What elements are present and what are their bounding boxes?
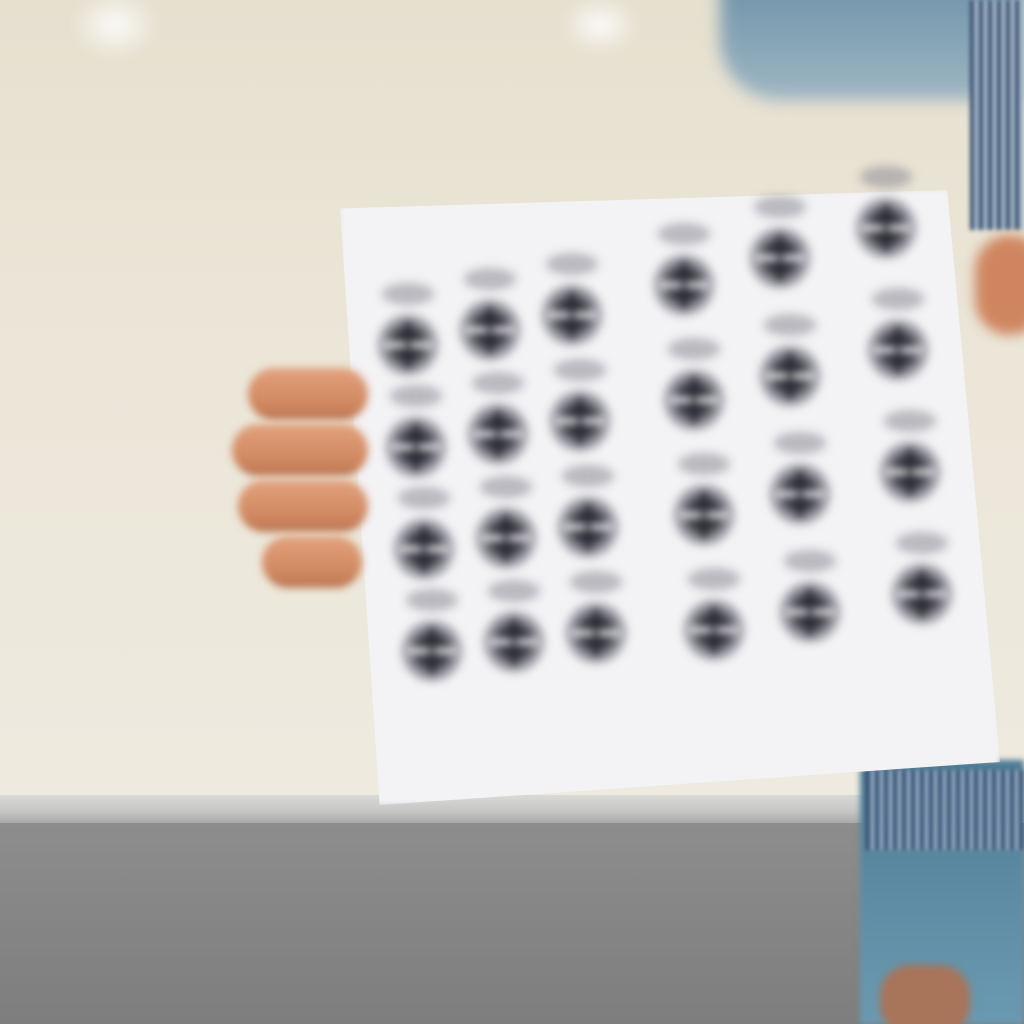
marker-label-smudge bbox=[896, 532, 948, 554]
fiducial-marker bbox=[400, 619, 464, 683]
fiducial-marker bbox=[854, 196, 918, 260]
fiducial-marker bbox=[878, 440, 942, 504]
marker-label-smudge bbox=[754, 196, 806, 218]
fiducial-marker bbox=[748, 226, 812, 290]
marker-label-smudge bbox=[398, 487, 450, 509]
fiducial-marker bbox=[540, 283, 604, 347]
marker-label-smudge bbox=[546, 253, 598, 275]
fiducial-marker bbox=[482, 610, 546, 674]
fiducial-marker bbox=[890, 562, 954, 626]
marker-label-smudge bbox=[488, 580, 540, 602]
marker-label-smudge bbox=[678, 453, 730, 475]
fiducial-marker bbox=[548, 389, 612, 453]
marker-label-smudge bbox=[860, 166, 912, 188]
finger bbox=[262, 536, 362, 588]
fiducial-marker bbox=[768, 462, 832, 526]
marker-label-smudge bbox=[406, 589, 458, 611]
marker-label-smudge bbox=[554, 359, 606, 381]
fiducial-marker bbox=[778, 580, 842, 644]
marker-grid bbox=[0, 0, 1024, 1024]
marker-label-smudge bbox=[480, 476, 532, 498]
marker-label-smudge bbox=[570, 571, 622, 593]
marker-label-smudge bbox=[668, 338, 720, 360]
fiducial-marker bbox=[474, 506, 538, 570]
fiducial-marker bbox=[392, 517, 456, 581]
fiducial-marker bbox=[556, 495, 620, 559]
marker-label-smudge bbox=[774, 432, 826, 454]
finger bbox=[232, 424, 368, 476]
marker-label-smudge bbox=[872, 288, 924, 310]
finger bbox=[248, 368, 368, 420]
marker-label-smudge bbox=[784, 550, 836, 572]
fiducial-marker bbox=[376, 313, 440, 377]
fiducial-marker bbox=[662, 368, 726, 432]
fiducial-marker bbox=[758, 344, 822, 408]
marker-label-smudge bbox=[382, 283, 434, 305]
marker-label-smudge bbox=[472, 372, 524, 394]
finger bbox=[238, 480, 368, 532]
fiducial-marker bbox=[466, 402, 530, 466]
marker-label-smudge bbox=[562, 465, 614, 487]
marker-label-smudge bbox=[464, 268, 516, 290]
marker-label-smudge bbox=[764, 314, 816, 336]
marker-label-smudge bbox=[390, 385, 442, 407]
fiducial-marker bbox=[672, 483, 736, 547]
fiducial-marker bbox=[384, 415, 448, 479]
marker-label-smudge bbox=[688, 568, 740, 590]
fiducial-marker bbox=[866, 318, 930, 382]
fiducial-marker bbox=[564, 601, 628, 665]
fiducial-marker bbox=[652, 253, 716, 317]
photo-scene bbox=[0, 0, 1024, 1024]
fiducial-marker bbox=[458, 298, 522, 362]
marker-label-smudge bbox=[658, 223, 710, 245]
thumb bbox=[975, 235, 1024, 335]
fiducial-marker bbox=[682, 598, 746, 662]
marker-label-smudge bbox=[884, 410, 936, 432]
